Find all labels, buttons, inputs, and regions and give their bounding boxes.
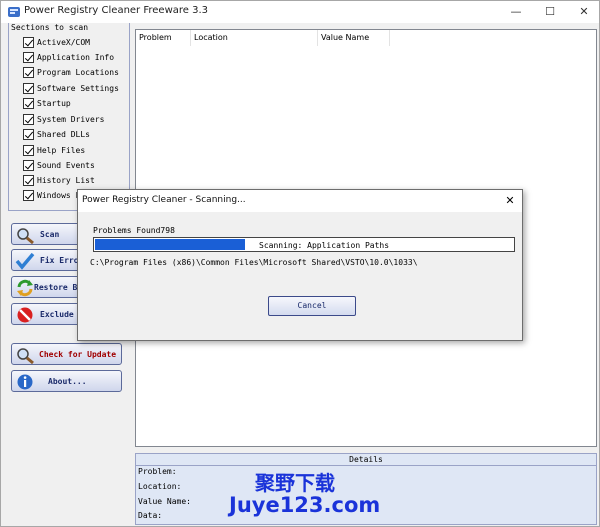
watermark-url: Juye123.com	[229, 493, 381, 517]
section-label: ActiveX/COM	[37, 38, 90, 47]
checkbox[interactable]	[23, 190, 34, 201]
checkmark-icon	[15, 252, 35, 270]
scan-status-text: Scanning: Application Paths	[259, 241, 390, 250]
dialog-close-button[interactable]: ✕	[502, 193, 518, 209]
watermark-chinese: 聚野下载	[255, 471, 335, 495]
check-for-update-button[interactable]: Check for Update	[11, 343, 122, 365]
section-label: Shared DLLs	[37, 130, 90, 139]
update-label: Check for Update	[39, 350, 117, 359]
section-label: Help Files	[37, 146, 86, 155]
details-data-label: Data:	[138, 511, 163, 520]
checkbox[interactable]	[23, 67, 34, 78]
section-label: Software Settings	[37, 84, 119, 93]
sections-title: Sections to scan	[11, 23, 89, 32]
scanning-dialog: Power Registry Cleaner - Scanning... ✕ P…	[77, 189, 523, 341]
window-title: Power Registry Cleaner Freeware 3.3	[24, 5, 209, 16]
details-header: Details	[136, 454, 596, 466]
column-header-problem[interactable]: Problem	[136, 30, 191, 46]
details-value-name-label: Value Name:	[138, 497, 191, 506]
checkbox[interactable]	[23, 98, 34, 109]
fix-label: Fix Erro	[40, 256, 79, 265]
section-label: Sound Events	[37, 161, 95, 170]
about-label: About...	[48, 377, 87, 386]
details-problem-label: Problem:	[138, 467, 177, 476]
info-icon	[17, 374, 33, 390]
magnifier-icon	[17, 348, 34, 364]
column-header-location[interactable]: Location	[191, 30, 318, 46]
problems-found-count: Problems Found798	[93, 226, 175, 235]
checkbox[interactable]	[23, 83, 34, 94]
refresh-arrows-icon	[17, 279, 33, 297]
section-label: Startup	[37, 99, 71, 108]
checkbox[interactable]	[23, 37, 34, 48]
section-label: Application Info	[37, 53, 115, 62]
progress-fill	[95, 239, 245, 250]
section-label: Windows F	[37, 191, 81, 200]
checkbox[interactable]	[23, 175, 34, 186]
dialog-title-bar[interactable]: Power Registry Cleaner - Scanning... ✕	[78, 190, 522, 212]
scan-progress-bar: Scanning: Application Paths	[93, 237, 515, 252]
column-header-value-name[interactable]: Value Name	[318, 30, 390, 46]
checkbox[interactable]	[23, 114, 34, 125]
title-bar[interactable]: Power Registry Cleaner Freeware 3.3 — ☐ …	[1, 1, 599, 23]
maximize-button[interactable]: ☐	[533, 1, 567, 23]
checkbox[interactable]	[23, 145, 34, 156]
checkbox[interactable]	[23, 52, 34, 63]
restore-label: Restore Ba	[34, 283, 83, 292]
main-window: Power Registry Cleaner Freeware 3.3 — ☐ …	[0, 0, 600, 527]
current-scan-path: C:\Program Files (x86)\Common Files\Micr…	[90, 258, 418, 267]
minimize-button[interactable]: —	[499, 1, 533, 23]
magnifier-icon	[17, 228, 34, 244]
dialog-title: Power Registry Cleaner - Scanning...	[82, 195, 246, 205]
cancel-button[interactable]: Cancel	[268, 296, 356, 316]
section-label: History List	[37, 176, 95, 185]
about-button[interactable]: About...	[11, 370, 122, 392]
scan-label: Scan	[40, 230, 60, 239]
checkbox[interactable]	[23, 129, 34, 140]
checkbox[interactable]	[23, 160, 34, 171]
prohibited-icon	[17, 307, 33, 323]
close-button[interactable]: ✕	[567, 1, 600, 23]
watermark: 聚野下载 Juye123.com	[223, 467, 393, 525]
section-label: Program Locations	[37, 68, 119, 77]
app-icon	[8, 7, 20, 17]
section-label: System Drivers	[37, 115, 105, 124]
details-location-label: Location:	[138, 482, 182, 491]
